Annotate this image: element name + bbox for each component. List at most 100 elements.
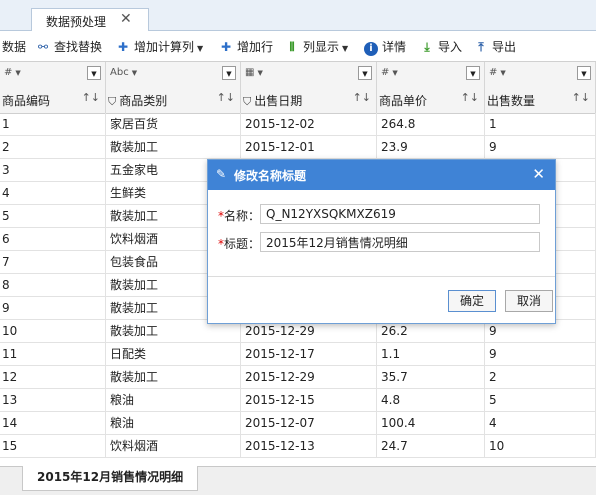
name-input[interactable]: [260, 204, 540, 224]
close-icon[interactable]: ✕: [120, 11, 132, 27]
table-row[interactable]: 1 家居百货 2015-12-02 264.8 1: [0, 113, 596, 136]
name-label: 名称：: [224, 209, 261, 223]
column-name: 商品单价: [379, 94, 428, 108]
table-cell[interactable]: 23.9: [377, 136, 485, 159]
column-type-header[interactable]: # ▼ ▼: [0, 62, 106, 86]
column-type-header[interactable]: # ▼ ▼: [377, 62, 485, 86]
table-row[interactable]: 14 粮油 2015-12-07 100.4 4: [0, 412, 596, 435]
table-row[interactable]: 2 散装加工 2015-12-01 23.9 9: [0, 136, 596, 159]
table-cell[interactable]: 2015-12-13: [241, 435, 377, 458]
filter-dropdown-icon[interactable]: ▼: [466, 66, 480, 80]
table-cell[interactable]: 4.8: [377, 389, 485, 412]
calendar-icon: ▦ ▼: [245, 67, 263, 78]
filter-dropdown-icon[interactable]: ▼: [358, 66, 372, 80]
dialog-separator: [208, 276, 555, 277]
column-header[interactable]: ⛉ 出售日期 ↑↓: [241, 86, 377, 113]
table-cell[interactable]: 100.4: [377, 412, 485, 435]
data-button[interactable]: 数据: [2, 38, 26, 56]
table-cell[interactable]: 9: [0, 297, 106, 320]
sort-icon[interactable]: ↑↓: [461, 91, 479, 104]
table-cell[interactable]: 3: [0, 159, 106, 182]
column-type-header[interactable]: Abc ▼ ▼: [106, 62, 241, 86]
columns-icon: ⫴: [289, 40, 295, 54]
table-cell[interactable]: 粮油: [106, 412, 241, 435]
find-replace-button[interactable]: ⚯ 查找替换: [36, 38, 102, 56]
table-cell[interactable]: 2015-12-29: [241, 366, 377, 389]
table-cell[interactable]: 2: [0, 136, 106, 159]
table-cell[interactable]: 8: [0, 274, 106, 297]
table-row[interactable]: 15 饮料烟酒 2015-12-13 24.7 10: [0, 435, 596, 458]
table-cell[interactable]: 264.8: [377, 113, 485, 136]
filter-dropdown-icon[interactable]: ▼: [222, 66, 236, 80]
document-tab-bar: 数据预处理 ✕: [0, 0, 596, 32]
filter-dropdown-icon[interactable]: ▼: [87, 66, 101, 80]
table-cell[interactable]: 2015-12-15: [241, 389, 377, 412]
column-type-header[interactable]: # ▼ ▼: [485, 62, 596, 86]
table-cell[interactable]: 日配类: [106, 343, 241, 366]
cancel-button[interactable]: 取消: [505, 290, 553, 312]
table-cell[interactable]: 11: [0, 343, 106, 366]
column-display-button[interactable]: ⫴ 列显示 ▼: [285, 38, 348, 56]
table-cell[interactable]: 7: [0, 251, 106, 274]
export-button[interactable]: ⤒ 导出: [474, 38, 516, 56]
sort-icon[interactable]: ↑↓: [217, 91, 235, 104]
column-header[interactable]: 出售数量 ↑↓: [485, 86, 596, 113]
tab-data-preprocessing[interactable]: 数据预处理 ✕: [31, 8, 149, 32]
table-row[interactable]: 11 日配类 2015-12-17 1.1 9: [0, 343, 596, 366]
column-name: 出售日期: [254, 94, 303, 108]
filter-dropdown-icon[interactable]: ▼: [577, 66, 591, 80]
sort-icon[interactable]: ↑↓: [353, 91, 371, 104]
info-icon: i: [364, 42, 378, 56]
table-cell[interactable]: 5: [485, 389, 596, 412]
column-header[interactable]: 商品编码 ↑↓: [0, 86, 106, 113]
table-cell[interactable]: 6: [0, 228, 106, 251]
table-cell[interactable]: 散装加工: [106, 366, 241, 389]
add-computed-column-button[interactable]: ✚ 增加计算列 ▼: [116, 38, 203, 56]
table-cell[interactable]: 1: [0, 113, 106, 136]
table-cell[interactable]: 2: [485, 366, 596, 389]
table-cell[interactable]: 9: [485, 343, 596, 366]
sort-icon[interactable]: ↑↓: [82, 91, 100, 104]
sort-icon[interactable]: ↑↓: [572, 91, 590, 104]
add-computed-column-label: 增加计算列: [134, 40, 195, 54]
table-cell[interactable]: 2015-12-02: [241, 113, 377, 136]
title-label: 标题：: [224, 237, 261, 251]
table-cell[interactable]: 13: [0, 389, 106, 412]
table-cell[interactable]: 15: [0, 435, 106, 458]
table-cell[interactable]: 1.1: [377, 343, 485, 366]
table-cell[interactable]: 家居百货: [106, 113, 241, 136]
table-cell[interactable]: 10: [485, 435, 596, 458]
table-cell[interactable]: 14: [0, 412, 106, 435]
table-cell[interactable]: 粮油: [106, 389, 241, 412]
column-type-header[interactable]: ▦ ▼ ▼: [241, 62, 377, 86]
table-cell[interactable]: 35.7: [377, 366, 485, 389]
text-icon: Abc ▼: [110, 67, 138, 78]
table-cell[interactable]: 4: [0, 182, 106, 205]
title-input[interactable]: [260, 232, 540, 252]
binoculars-icon: ⚯: [37, 40, 49, 54]
table-cell[interactable]: 2015-12-17: [241, 343, 377, 366]
add-row-button[interactable]: ✚ 增加行: [219, 38, 273, 56]
table-row[interactable]: 12 散装加工 2015-12-29 35.7 2: [0, 366, 596, 389]
details-button[interactable]: i 详情: [364, 38, 406, 56]
table-cell[interactable]: 9: [485, 136, 596, 159]
table-cell[interactable]: 10: [0, 320, 106, 343]
close-icon[interactable]: ✕: [532, 165, 545, 183]
column-name: 商品类别: [119, 94, 168, 108]
table-cell[interactable]: 1: [485, 113, 596, 136]
table-cell[interactable]: 散装加工: [106, 136, 241, 159]
ok-button[interactable]: 确定: [448, 290, 496, 312]
table-cell[interactable]: 12: [0, 366, 106, 389]
table-cell[interactable]: 5: [0, 205, 106, 228]
export-label: 导出: [492, 40, 517, 54]
table-row[interactable]: 13 粮油 2015-12-15 4.8 5: [0, 389, 596, 412]
table-cell[interactable]: 2015-12-01: [241, 136, 377, 159]
column-header[interactable]: ⛉ 商品类别 ↑↓: [106, 86, 241, 113]
table-cell[interactable]: 24.7: [377, 435, 485, 458]
table-cell[interactable]: 饮料烟酒: [106, 435, 241, 458]
import-button[interactable]: ⤓ 导入: [420, 38, 462, 56]
column-header[interactable]: 商品单价 ↑↓: [377, 86, 485, 113]
table-cell[interactable]: 2015-12-07: [241, 412, 377, 435]
table-cell[interactable]: 4: [485, 412, 596, 435]
sheet-tab[interactable]: 2015年12月销售情况明细: [22, 466, 199, 491]
